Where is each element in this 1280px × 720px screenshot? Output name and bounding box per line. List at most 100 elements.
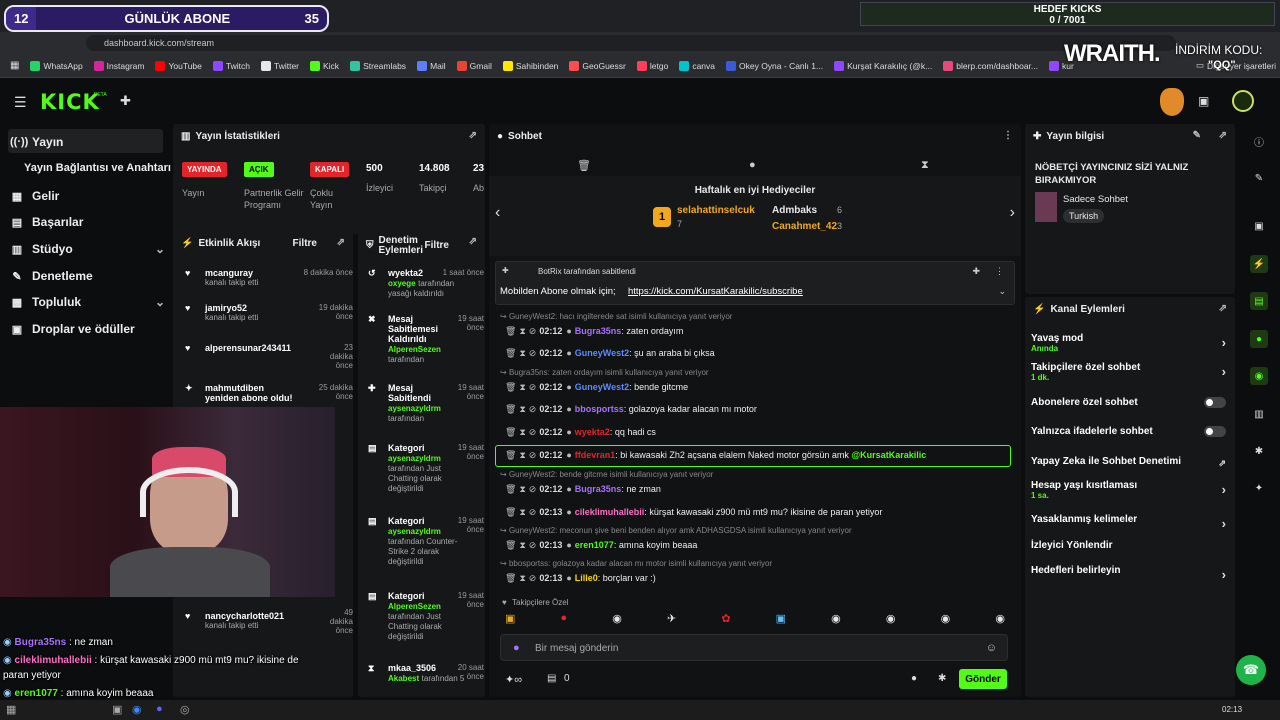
- bookmark-item[interactable]: Okey Oyna - Canlı 1...: [726, 60, 823, 71]
- category-name[interactable]: Sadece Sohbet: [1063, 194, 1128, 205]
- action-account-age[interactable]: Hesap yaşı kısıtlaması 1 sa. ›: [1031, 480, 1226, 500]
- pin-icon[interactable]: ✚: [972, 266, 980, 277]
- expand-icon[interactable]: ⇗: [469, 130, 477, 141]
- sidebar-item-studyo[interactable]: ▥ Stüdyo ⌄: [10, 242, 165, 256]
- filter-button[interactable]: Filtre: [425, 241, 449, 251]
- next-arrow-icon[interactable]: ›: [1010, 204, 1015, 222]
- expand-icon[interactable]: ⇗: [1219, 130, 1227, 141]
- emoji-icon[interactable]: ☺: [986, 642, 997, 654]
- delete-message-icon[interactable]: 🗑: [505, 484, 516, 494]
- bookmark-item[interactable]: Gmail: [456, 60, 492, 71]
- action-slow-mode[interactable]: Yavaş mod Anında ›: [1031, 333, 1226, 353]
- timeout-icon[interactable]: ⧗: [519, 427, 525, 437]
- emote-icon[interactable]: ◉: [886, 612, 896, 628]
- more-icon[interactable]: ⋮: [995, 266, 1004, 277]
- timeout-icon[interactable]: ⧗: [519, 507, 525, 517]
- timeout-icon[interactable]: ⧗: [519, 404, 525, 414]
- ban-icon[interactable]: ⊘: [529, 348, 537, 358]
- sidebar-item-stream-key[interactable]: Yayın Bağlantısı ve Anahtarı: [24, 162, 179, 174]
- chat-username[interactable]: wyekta2: [575, 427, 610, 437]
- gifter-name[interactable]: Admbaks: [772, 205, 817, 216]
- edit-icon[interactable]: ✎: [1193, 130, 1201, 141]
- more-icon[interactable]: ⋮: [1003, 130, 1013, 141]
- emote-icon[interactable]: ✿: [721, 612, 730, 628]
- emote-icon[interactable]: ▣: [505, 612, 515, 628]
- ban-icon[interactable]: ⊘: [529, 326, 537, 336]
- info-icon[interactable]: ⓘ: [1250, 132, 1268, 150]
- chat-input[interactable]: ● Bir mesaj gönderin ☺: [500, 634, 1008, 661]
- send-button[interactable]: Gönder: [959, 669, 1007, 689]
- expand-icon[interactable]: ⇗: [469, 237, 477, 247]
- filter-button[interactable]: Filtre: [293, 238, 317, 249]
- sidebar-item-gelir[interactable]: ▦ Gelir: [10, 189, 165, 203]
- bookmark-item[interactable]: GeoGuessr: [569, 60, 626, 71]
- sidebar-item-droplar[interactable]: ▣ Droplar ve ödüller: [10, 322, 165, 336]
- gifter-name[interactable]: Canahmet_42: [772, 221, 837, 232]
- delete-message-icon[interactable]: 🗑: [505, 427, 516, 437]
- delete-message-icon[interactable]: 🗑: [505, 540, 516, 550]
- chat-icon[interactable]: ●: [1250, 330, 1268, 348]
- support-button[interactable]: ☎: [1236, 655, 1266, 685]
- delete-message-icon[interactable]: 🗑: [505, 404, 516, 414]
- bookmark-item[interactable]: Kick: [310, 60, 339, 71]
- apps-icon[interactable]: ▦: [10, 60, 19, 71]
- bookmark-item[interactable]: letgo: [636, 60, 668, 71]
- explorer-icon[interactable]: ▣: [112, 703, 122, 716]
- bookmark-item[interactable]: Mail: [417, 60, 446, 71]
- ban-icon[interactable]: ⊘: [529, 540, 537, 550]
- delete-message-icon[interactable]: 🗑: [505, 573, 516, 583]
- gift-icon[interactable]: ▤: [547, 673, 556, 684]
- sidebar-item-denetleme[interactable]: ✎ Denetleme: [10, 269, 165, 283]
- trash-icon[interactable]: 🗑: [577, 159, 591, 172]
- bookmark-item[interactable]: Twitter: [260, 60, 299, 71]
- bookmark-item[interactable]: blerp.com/dashboar...: [943, 60, 1038, 71]
- gear-icon[interactable]: ✱: [938, 673, 946, 684]
- layout-icon[interactable]: ▥: [1250, 405, 1268, 423]
- delete-message-icon[interactable]: 🗑: [505, 326, 516, 336]
- delete-message-icon[interactable]: 🗑: [505, 348, 516, 358]
- timeout-icon[interactable]: ⧗: [519, 484, 525, 494]
- document-icon[interactable]: ▤: [1250, 292, 1268, 310]
- bookmark-item[interactable]: canva: [679, 60, 715, 71]
- action-ai-moderation[interactable]: Yapay Zeka ile Sohbet Denetimi ⇗: [1031, 456, 1226, 468]
- menu-icon[interactable]: ☰: [14, 94, 27, 111]
- expand-icon[interactable]: ⇗: [337, 237, 345, 248]
- ban-icon[interactable]: ⊘: [529, 404, 537, 414]
- bookmark-item[interactable]: Instagram: [93, 60, 144, 71]
- chrome-icon[interactable]: ◉: [132, 703, 142, 716]
- action-raid[interactable]: İzleyici Yönlendir: [1031, 540, 1226, 551]
- prev-arrow-icon[interactable]: ‹: [495, 204, 500, 222]
- emotes-only-toggle[interactable]: [1204, 426, 1226, 437]
- ban-icon[interactable]: ⊘: [529, 427, 537, 437]
- ban-icon[interactable]: ⊘: [529, 507, 537, 517]
- points-icon[interactable]: ✦∞: [505, 673, 522, 686]
- sidebar-item-topluluk[interactable]: ▩ Topluluk ⌄: [10, 295, 165, 309]
- chat-username[interactable]: eren1077: [575, 540, 614, 550]
- delete-message-icon[interactable]: 🗑: [505, 382, 516, 392]
- chat-settings-icon[interactable]: ●: [911, 673, 917, 684]
- bookmark-item[interactable]: WhatsApp: [30, 60, 83, 71]
- user-avatar[interactable]: [1232, 90, 1254, 112]
- sidebar-item-basarilar[interactable]: ▤ Başarılar: [10, 215, 165, 229]
- discord-icon[interactable]: ●: [156, 703, 163, 715]
- chat-username[interactable]: Bugra35ns: [575, 484, 622, 494]
- ban-icon[interactable]: ⊘: [529, 382, 537, 392]
- wallet-icon[interactable]: ▣: [1198, 94, 1209, 108]
- chat-username[interactable]: cileklimuhallebii: [575, 507, 645, 517]
- chat-username[interactable]: GuneyWest2: [575, 348, 629, 358]
- bookmark-item[interactable]: Sahibinden: [502, 60, 558, 71]
- action-set-goals[interactable]: Hedefleri belirleyin ›: [1031, 565, 1226, 582]
- emote-icon[interactable]: ◉: [831, 612, 841, 628]
- ban-icon[interactable]: ⊘: [529, 573, 537, 583]
- chat-username[interactable]: Lille0: [575, 573, 598, 583]
- bolt-icon[interactable]: ⚡: [1250, 255, 1268, 273]
- action-banned-words[interactable]: Yasaklanmış kelimeler ›: [1031, 514, 1226, 531]
- chat-username[interactable]: GuneyWest2: [575, 382, 629, 392]
- broadcast-icon[interactable]: ◉: [1250, 367, 1268, 385]
- bookmark-item[interactable]: Twitch: [212, 60, 250, 71]
- bookmark-item[interactable]: Kurşat Karakılıç (@k...: [834, 60, 932, 71]
- bookmark-item[interactable]: Streamlabs: [350, 60, 406, 71]
- action-followers-only[interactable]: Takipçilere özel sohbet 1 dk. ›: [1031, 362, 1226, 382]
- chevron-down-icon[interactable]: ⌄: [998, 286, 1006, 297]
- wrench-icon[interactable]: ✱: [1250, 442, 1268, 460]
